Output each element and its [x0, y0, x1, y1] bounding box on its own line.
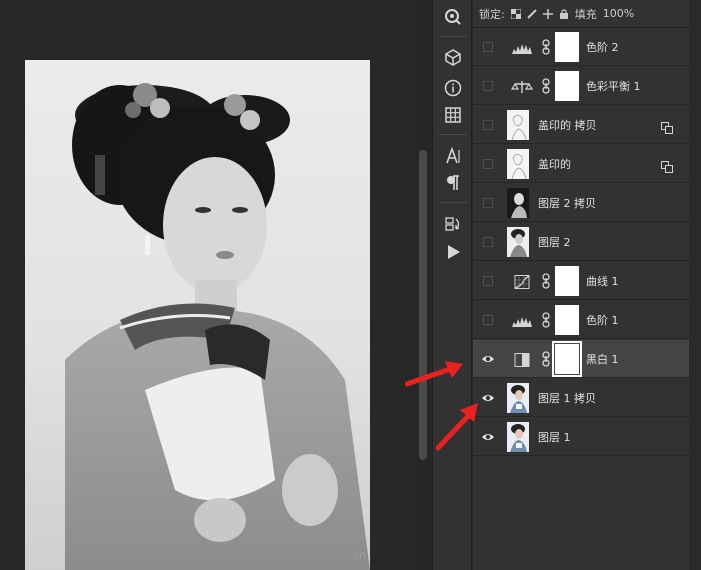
document-canvas[interactable]: cn	[0, 0, 415, 570]
lock-all-icon[interactable]	[559, 8, 569, 19]
chain-link-icon[interactable]	[541, 273, 551, 289]
layer-mask-thumbnail[interactable]	[555, 71, 579, 101]
black-white-icon	[511, 352, 533, 367]
layer-name[interactable]: 盖印的	[538, 156, 571, 172]
layer-name[interactable]: 色彩平衡 1	[586, 78, 641, 94]
layer-name[interactable]: 色阶 2	[586, 39, 619, 55]
canvas-watermark: cn	[352, 549, 366, 562]
layer-row[interactable]: 图层 1 拷贝	[473, 379, 689, 417]
curves-icon	[511, 274, 533, 289]
lock-pixels-icon[interactable]	[527, 8, 537, 19]
color-balance-icon	[510, 79, 534, 93]
layers-panel: 锁定: 填充 100% 色阶 2 色彩平衡 1 盖印的 拷贝 盖印的图层 2 拷贝 图层…	[473, 0, 701, 570]
layer-row[interactable]: 盖印的 拷贝	[473, 106, 689, 144]
layer-mask-thumbnail[interactable]	[555, 32, 579, 62]
layer-mask-thumbnail[interactable]	[555, 305, 579, 335]
portrait-image	[65, 83, 370, 570]
layer-name[interactable]: 图层 1 拷贝	[538, 390, 596, 406]
layer-thumbnail[interactable]	[507, 149, 529, 179]
levels-icon	[511, 40, 533, 54]
visibility-toggle[interactable]	[481, 157, 495, 171]
layer-row[interactable]: 色阶 1	[473, 301, 689, 339]
layer-name[interactable]: 图层 2	[538, 234, 571, 250]
fill-label: 填充	[574, 7, 597, 21]
lock-bar: 锁定: 填充 100%	[473, 0, 701, 28]
layer-thumbnail[interactable]	[507, 227, 529, 257]
chain-link-icon[interactable]	[541, 78, 551, 94]
scroll-thumb[interactable]	[419, 150, 427, 460]
layer-thumbnail[interactable]	[507, 110, 529, 140]
actions-play-icon[interactable]	[441, 241, 465, 263]
panel-tool-strip	[432, 0, 472, 570]
layer-mask-thumbnail[interactable]	[552, 341, 582, 377]
character-icon[interactable]	[441, 145, 465, 167]
canvas-scrollbar[interactable]	[416, 0, 430, 570]
layer-row[interactable]: 盖印的	[473, 145, 689, 183]
paragraph-icon[interactable]	[441, 172, 465, 194]
visibility-toggle[interactable]	[481, 313, 495, 327]
layer-name[interactable]: 色阶 1	[586, 312, 619, 328]
adjustments-icon[interactable]	[441, 6, 465, 28]
eye-icon[interactable]	[481, 352, 495, 366]
fill-value[interactable]: 100%	[603, 7, 634, 20]
layer-name[interactable]: 图层 2 拷贝	[538, 195, 596, 211]
chain-link-icon[interactable]	[541, 312, 551, 328]
visibility-toggle[interactable]	[481, 274, 495, 288]
panel-scrollbar[interactable]	[689, 0, 701, 570]
smart-object-icon	[661, 119, 673, 134]
3d-cube-icon[interactable]	[441, 46, 465, 68]
chain-link-icon[interactable]	[541, 351, 551, 367]
red-arrow-1	[405, 361, 463, 387]
layer-thumbnail[interactable]	[507, 188, 529, 218]
layer-row[interactable]: 图层 2	[473, 223, 689, 261]
eye-icon[interactable]	[481, 391, 495, 405]
chain-link-icon[interactable]	[541, 39, 551, 55]
visibility-toggle[interactable]	[481, 79, 495, 93]
info-icon[interactable]	[441, 77, 465, 99]
layer-name[interactable]: 盖印的 拷贝	[538, 117, 597, 133]
layer-thumbnail[interactable]	[507, 422, 529, 452]
history-icon[interactable]	[441, 213, 465, 235]
layer-name[interactable]: 曲线 1	[586, 273, 619, 289]
swatches-grid-icon[interactable]	[441, 104, 465, 126]
layer-row[interactable]: 图层 2 拷贝	[473, 184, 689, 222]
canvas-photo: cn	[25, 60, 370, 570]
visibility-toggle[interactable]	[481, 196, 495, 210]
visibility-toggle[interactable]	[481, 118, 495, 132]
lock-label: 锁定:	[479, 7, 505, 21]
red-arrow-2	[435, 403, 478, 451]
levels-icon	[511, 313, 533, 327]
smart-object-icon	[661, 158, 673, 173]
layer-row[interactable]: 色阶 2	[473, 28, 689, 66]
eye-icon[interactable]	[481, 430, 495, 444]
layer-row[interactable]: 色彩平衡 1	[473, 67, 689, 105]
lock-position-icon[interactable]	[542, 8, 553, 19]
layer-thumbnail[interactable]	[507, 383, 529, 413]
layer-row[interactable]: 图层 1	[473, 418, 689, 456]
lock-transparent-icon[interactable]	[510, 8, 521, 19]
visibility-toggle[interactable]	[481, 40, 495, 54]
visibility-toggle[interactable]	[481, 235, 495, 249]
layer-row[interactable]: 黑白 1	[473, 340, 689, 378]
layer-name[interactable]: 黑白 1	[586, 351, 619, 367]
layer-row[interactable]: 曲线 1	[473, 262, 689, 300]
layer-name[interactable]: 图层 1	[538, 429, 571, 445]
layer-mask-thumbnail[interactable]	[555, 266, 579, 296]
